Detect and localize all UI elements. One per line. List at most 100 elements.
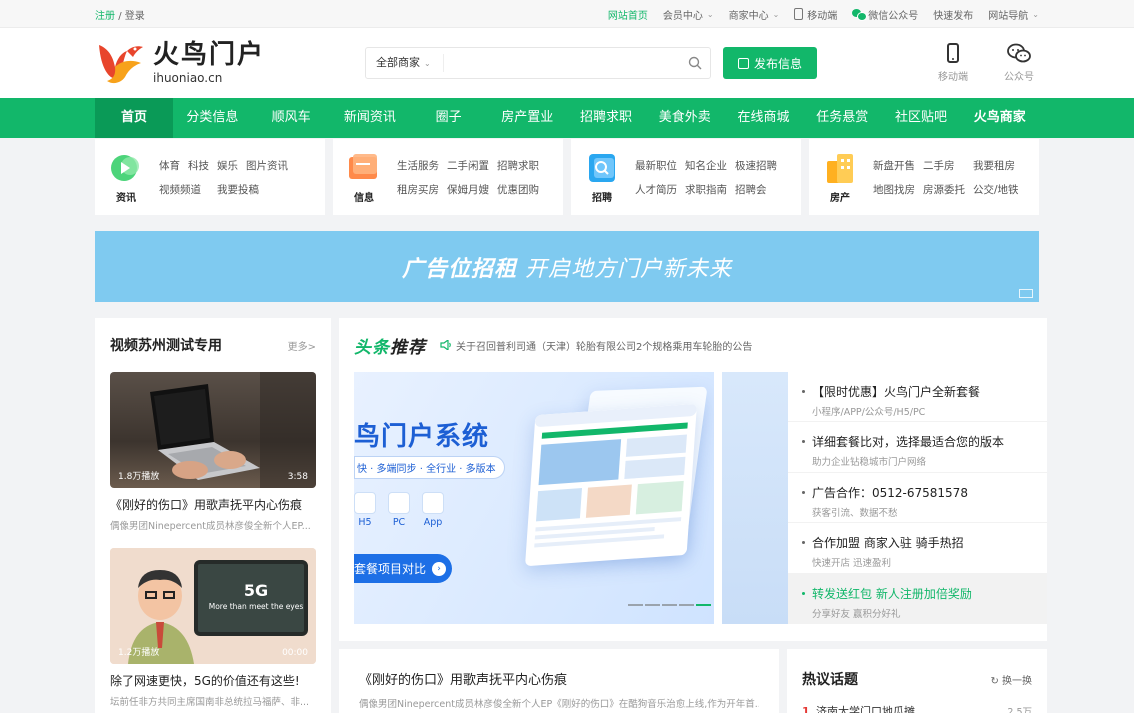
promo-item[interactable]: 广告合作：0512-67581578 获客引流、数据不愁 (788, 473, 1047, 524)
package-compare-label: 套餐项目对比 (354, 562, 427, 576)
site-logo[interactable]: 火鸟门户 ihuoniao.cn (95, 39, 365, 87)
logo-domain: ihuoniao.cn (153, 71, 223, 85)
carousel-dot[interactable] (679, 604, 694, 606)
register-link[interactable]: 注册 (95, 11, 115, 22)
search-input[interactable] (444, 49, 680, 77)
carousel-next-preview[interactable] (628, 372, 788, 624)
video-card[interactable]: 1.8万播放 3:58 《刚好的伤口》用歌声抚平内心伤痕 偶像男团Nineper… (110, 372, 316, 532)
top-link-mobile[interactable]: 移动端 (794, 7, 837, 22)
top-link-quick-publish[interactable]: 快速发布 (933, 7, 973, 22)
quick-link[interactable]: 极速招聘 (735, 158, 777, 173)
quick-link[interactable]: 体育 (159, 158, 180, 173)
promo-item-active[interactable]: 转发送红包 新人注册加倍奖励 分享好友 赢积分好礼 (788, 573, 1047, 624)
quick-link[interactable]: 优惠团购 (497, 182, 539, 197)
search-button[interactable] (680, 48, 710, 78)
quick-jobs-entry[interactable]: 招聘 (583, 151, 621, 204)
search-scope-select[interactable]: 全部商家 ⌄ (366, 54, 444, 72)
headline-logo: 头条推荐 (354, 333, 426, 358)
quick-link[interactable]: 二手房 (923, 158, 965, 173)
quick-info-entry[interactable]: 信息 (345, 151, 383, 204)
promo-item-desc: 助力企业钻稳城市门户网络 (812, 457, 927, 469)
headline-logo-a: 头条 (354, 337, 390, 358)
promo-item[interactable]: 合作加盟 商家入驻 骑手热招 快速开店 迅速盈利 (788, 523, 1047, 574)
quick-info-links: 生活服务 二手闲置 招聘求职 租房买房 保姆月嫂 优惠团购 (397, 158, 539, 197)
quick-link[interactable]: 科技 (188, 158, 209, 173)
top-link-merchant[interactable]: 商家中心 ⌄ (729, 7, 780, 22)
quick-link[interactable]: 保姆月嫂 (447, 182, 489, 197)
nav-forum[interactable]: 社区贴吧 (882, 98, 961, 138)
quick-link[interactable]: 新盘开售 (873, 158, 915, 173)
chevron-down-icon: ⌄ (706, 9, 714, 19)
hot-topic-row[interactable]: 1 济南大学门口地瓜摊 2.5万 (802, 703, 1032, 713)
quick-link[interactable]: 我要投稿 (217, 182, 288, 197)
quick-categories: 资讯 体育 科技 娱乐 图片资讯 视频频道 我要投稿 信息 生活服务 二手闲置 … (95, 139, 1039, 215)
nav-news[interactable]: 新闻资讯 (330, 98, 409, 138)
quick-link[interactable]: 房源委托 (923, 182, 965, 197)
video-desc: 坛前任非方共同主席国南非总统拉马福萨、非... (110, 697, 310, 708)
quick-link[interactable]: 招聘会 (735, 182, 777, 197)
quick-link[interactable]: 最新职位 (635, 158, 677, 173)
top-link-wechat[interactable]: 微信公众号 (852, 7, 918, 22)
chevron-down-icon: ⌄ (424, 59, 431, 68)
quick-link[interactable]: 图片资讯 (246, 158, 288, 173)
quick-link[interactable]: 视频频道 (159, 182, 209, 197)
mobile-entry[interactable]: 移动端 (933, 43, 973, 83)
nav-tasks[interactable]: 任务悬赏 (803, 98, 882, 138)
promo-item[interactable]: 【限时优惠】火鸟门户全新套餐 小程序/APP/公众号/H5/PC (788, 372, 1047, 423)
carousel-dot[interactable] (645, 604, 660, 606)
quick-housing-entry[interactable]: 房产 (821, 151, 859, 204)
nav-merchant[interactable]: 火鸟商家 (960, 98, 1039, 138)
wechat-entry[interactable]: 公众号 (999, 43, 1039, 83)
nav-carpool[interactable]: 顺风车 (252, 98, 331, 138)
quick-link[interactable]: 娱乐 (217, 158, 238, 173)
carousel-dot[interactable] (628, 604, 643, 606)
main-content: 视频苏州测试专用 更多> 1.8万播放 3:58 《刚好的伤口》用歌声抚平内心伤… (95, 318, 1047, 713)
nav-classifieds[interactable]: 分类信息 (173, 98, 252, 138)
nav-circle[interactable]: 圈子 (409, 98, 488, 138)
login-link[interactable]: 登录 (125, 11, 145, 22)
website-preview-illustration (534, 404, 697, 548)
promo-item-desc: 小程序/APP/公众号/H5/PC (812, 407, 926, 418)
quick-link[interactable]: 人才简历 (635, 182, 677, 197)
quick-link[interactable]: 生活服务 (397, 158, 439, 173)
carousel-dot-active[interactable] (696, 604, 711, 606)
carousel-dot[interactable] (662, 604, 677, 606)
quick-link[interactable]: 二手闲置 (447, 158, 489, 173)
video-card[interactable]: 5G More than meet the eyes 1.2万播放 00:00 … (110, 548, 316, 708)
h5-icon (354, 492, 376, 514)
news-item[interactable]: 《刚好的伤口》用歌声抚平内心伤痕 偶像男团Ninepercent成员林彦俊全新个… (339, 649, 779, 713)
publish-info-label: 发布信息 (753, 56, 802, 71)
video-play-count: 1.8万播放 (118, 472, 160, 482)
nav-food-delivery[interactable]: 美食外卖 (645, 98, 724, 138)
notice-ticker[interactable]: 关于召回普利司通（天津）轮胎有限公司2个规格乘用车轮胎的公告 (440, 338, 752, 353)
refresh-button[interactable]: ↻ 换一换 (990, 672, 1032, 687)
quick-link[interactable]: 地图找房 (873, 182, 915, 197)
top-link-home[interactable]: 网站首页 (608, 7, 648, 22)
nav-real-estate[interactable]: 房产置业 (488, 98, 567, 138)
quick-news-entry[interactable]: 资讯 (107, 151, 145, 204)
header-quick-icons: 移动端 公众号 (933, 43, 1039, 83)
top-link-member[interactable]: 会员中心 ⌄ (663, 7, 714, 22)
package-compare-button[interactable]: 套餐项目对比 › (354, 554, 453, 583)
publish-info-button[interactable]: 发布信息 (723, 47, 817, 79)
quick-link[interactable]: 知名企业 (685, 158, 727, 173)
ad-banner[interactable]: 广告位招租 开启地方门户新未来 (95, 231, 1039, 302)
promo-carousel-slide[interactable]: 鸟门户系统 快 · 多端同步 · 全行业 · 多版本 H5 PC App 套餐项… (354, 372, 714, 624)
quick-link[interactable]: 我要租房 (973, 158, 1019, 173)
quick-link[interactable]: 求职指南 (685, 182, 727, 197)
quick-link[interactable]: 公交/地铁 (973, 182, 1019, 197)
promo-item[interactable]: 详细套餐比对，选择最适合您的版本 助力企业钻稳城市门户网络 (788, 422, 1047, 473)
quick-link[interactable]: 招聘求职 (497, 158, 539, 173)
video-desc: 偶像男团Ninepercent成员林彦俊全新个人EP... (110, 521, 311, 532)
nav-mall[interactable]: 在线商城 (724, 98, 803, 138)
quick-link[interactable]: 租房买房 (397, 182, 439, 197)
nav-home[interactable]: 首页 (95, 98, 173, 138)
top-link-site-nav[interactable]: 网站导航 ⌄ (988, 7, 1039, 22)
nav-jobs[interactable]: 招聘求职 (567, 98, 646, 138)
video-duration: 00:00 (282, 648, 308, 658)
quick-housing-label: 房产 (830, 192, 850, 204)
video-more-link[interactable]: 更多> (288, 338, 316, 353)
screenshot-card-front (524, 403, 698, 567)
mobile-entry-label: 移动端 (938, 72, 968, 83)
edit-icon (737, 57, 749, 69)
